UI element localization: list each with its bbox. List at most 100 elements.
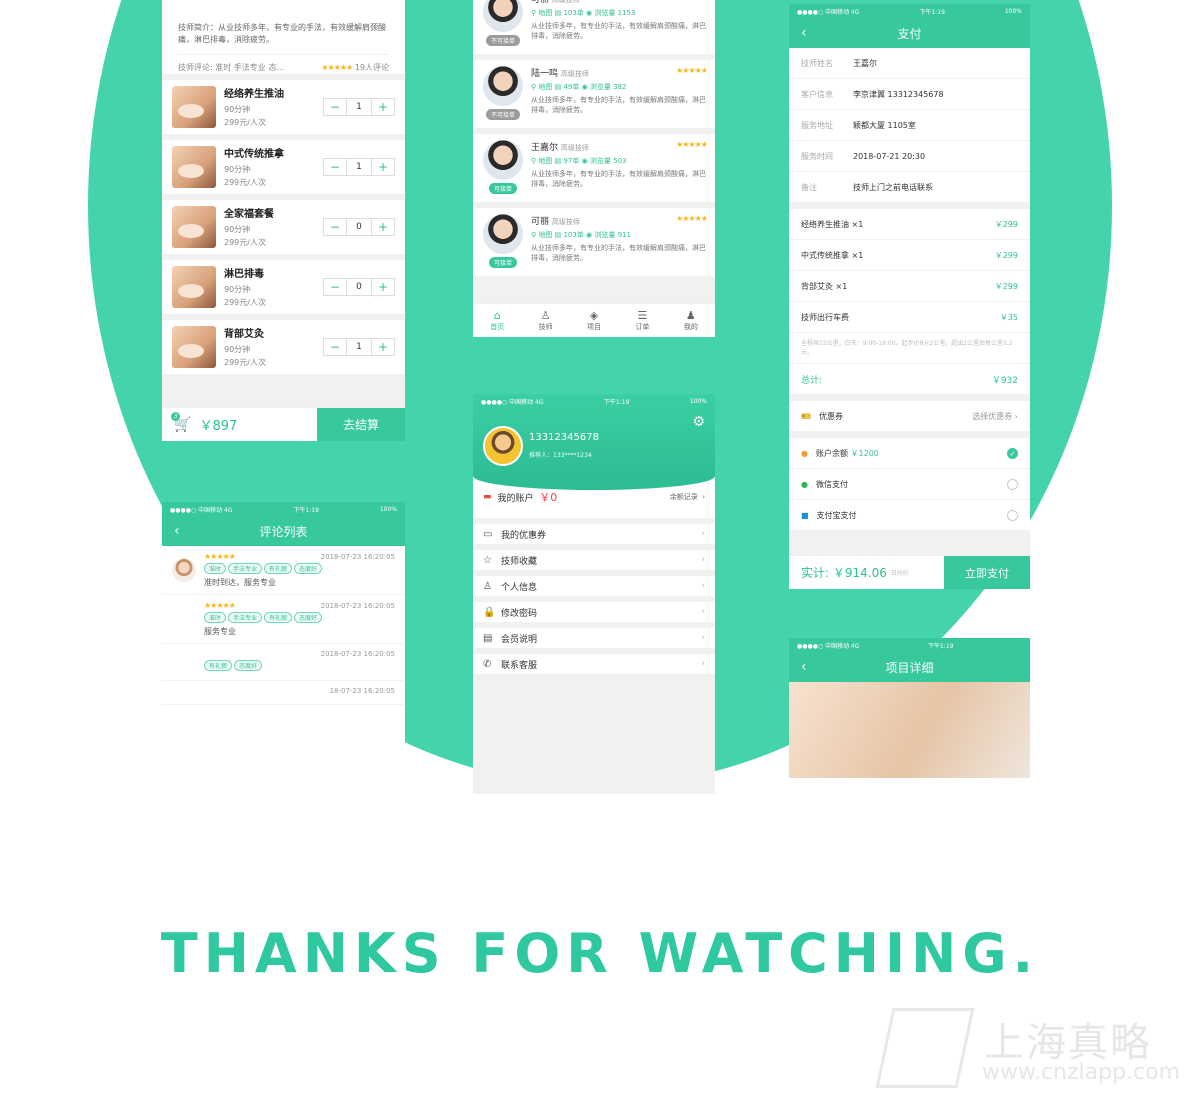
- quantity-value[interactable]: 1: [346, 99, 372, 115]
- technician-card[interactable]: 可接单 王嘉尔 高级技师 ★★★★★ ⚲ 地图 ▤ 97单 ◉ 浏览量 503 从业技师…: [473, 134, 715, 208]
- settings-gear-icon[interactable]: ⚙: [692, 414, 705, 430]
- service-name: 经络养生推油: [224, 89, 284, 100]
- checkout-button[interactable]: 去结算: [317, 408, 405, 441]
- technician-level: 高级技师: [551, 0, 580, 4]
- info-value: 2018-07-21 20:30: [853, 151, 926, 161]
- referrer: 推荐人：133****1234: [529, 452, 592, 459]
- menu-item[interactable]: ▭ 我的优惠券 ›: [473, 524, 715, 550]
- total-label: 总计:: [801, 375, 823, 386]
- map-link[interactable]: 地图: [538, 83, 552, 91]
- quantity-value[interactable]: 1: [346, 159, 372, 175]
- plus-button[interactable]: +: [372, 219, 394, 235]
- review-tag: 准时: [204, 563, 227, 574]
- back-icon[interactable]: ‹: [801, 25, 807, 41]
- tab-technician[interactable]: ♙ 技师: [521, 304, 569, 337]
- service-info: 背部艾灸 90分钟 299元/人次: [224, 325, 323, 369]
- tab-project[interactable]: ◈ 项目: [570, 304, 618, 337]
- technician-card[interactable]: 不可接单 陆一鸣 高级技师 ★★★★★ ⚲ 地图 ▤ 49单 ◉ 浏览量 382 从业技…: [473, 60, 715, 134]
- menu-label: 联系客服: [501, 660, 538, 671]
- cart-icon[interactable]: 🛒 3: [171, 411, 191, 433]
- technician-desc: 从业技师多年，有专业的手法，有效缓解肩颈酸痛，淋巴排毒，消除疲劳。: [531, 244, 706, 262]
- radio-unchecked[interactable]: [1007, 509, 1018, 521]
- pay-button[interactable]: 立即支付: [944, 556, 1030, 589]
- project-hero-image: [789, 682, 1030, 778]
- minus-button[interactable]: −: [324, 339, 346, 355]
- menu-label: 修改密码: [501, 608, 538, 619]
- technician-summary: 技师简介：从业技师多年，有专业的手法，有效缓解肩颈酸痛，淋巴排毒，消除疲劳。 技…: [162, 0, 405, 80]
- tab-order[interactable]: ☰ 订单: [618, 304, 666, 337]
- home-icon: ⌂: [493, 309, 501, 322]
- tab-profile[interactable]: ♟ 我的: [667, 304, 715, 337]
- plus-button[interactable]: +: [372, 159, 394, 175]
- radio-checked[interactable]: ✓: [1007, 447, 1018, 459]
- minus-button[interactable]: −: [324, 99, 346, 115]
- line-price: ￥299: [994, 281, 1018, 291]
- technician-name: 可丽: [531, 217, 550, 227]
- alipay-option[interactable]: ■ 支付宝支付: [789, 500, 1030, 531]
- plus-button[interactable]: +: [372, 99, 394, 115]
- service-item[interactable]: 中式传统推拿 90分钟 299元/人次 −1 +: [162, 140, 405, 200]
- view-count: 浏览量 503: [589, 157, 627, 165]
- service-price: 299元/人次: [224, 298, 266, 307]
- avatar[interactable]: [483, 426, 523, 466]
- technician-top: 王嘉尔 高级技师 ★★★★★: [531, 140, 708, 153]
- review-body: ★★★★★ 2018-07-23 16:20:05 准时 手法专业 有礼貌 态度好 准时到达…: [204, 552, 395, 588]
- review-head: ★★★★★ 2018-07-23 16:20:05: [204, 552, 395, 561]
- service-item[interactable]: 背部艾灸 90分钟 299元/人次 −1 +: [162, 320, 405, 380]
- plus-button[interactable]: +: [372, 339, 394, 355]
- technician-avatar: [483, 66, 523, 106]
- lock-icon: 🔒: [483, 606, 496, 618]
- menu-item[interactable]: 🔒 修改密码 ›: [473, 602, 715, 628]
- cart-bar: 🛒 3 ￥897 去结算: [162, 407, 405, 441]
- chevron-right-icon: ›: [701, 633, 705, 643]
- technician-top: 陆一鸣 高级技师 ★★★★★: [531, 66, 708, 79]
- service-item[interactable]: 经络养生推油 90分钟 299元/人次 −1 +: [162, 80, 405, 140]
- chevron-right-icon: ›: [701, 529, 705, 539]
- map-link[interactable]: 地图: [538, 9, 552, 17]
- payment-navbar: ‹ 支付: [789, 18, 1030, 48]
- service-duration: 90分钟: [224, 345, 251, 354]
- review-top: ★★★★★ 2018-07-23 16:20:05 准时 手法专业 有礼貌 态度好 准时到达…: [172, 552, 395, 588]
- plus-button[interactable]: +: [372, 279, 394, 295]
- technician-stats: ⚲ 地图 ▤ 103单 ◉ 浏览量 911: [531, 231, 631, 239]
- technician-card[interactable]: 不可接单 可丽 高级技师 ★★★★★ ⚲ 地图 ▤ 103单 ◉ 浏览量 1153 从业…: [473, 0, 715, 60]
- minus-button[interactable]: −: [324, 279, 346, 295]
- map-link[interactable]: 地图: [538, 231, 552, 239]
- service-item[interactable]: 淋巴排毒 90分钟 299元/人次 −0 +: [162, 260, 405, 320]
- thanks-heading: THANKS FOR WATCHING.: [160, 922, 1040, 985]
- technician-intro: 技师简介：从业技师多年，有专业的手法，有效缓解肩颈酸痛，淋巴排毒，消除疲劳。: [178, 12, 389, 55]
- review-time: 2018-07-23 16:20:05: [320, 650, 395, 658]
- profile-icon: ♟: [685, 309, 696, 322]
- menu-item[interactable]: ▤ 会员说明 ›: [473, 628, 715, 654]
- wechat-option[interactable]: ● 微信支付: [789, 469, 1030, 500]
- technician-card[interactable]: 可接单 可丽 高级技师 ★★★★★ ⚲ 地图 ▤ 103单 ◉ 浏览量 911 从业技师…: [473, 208, 715, 282]
- tab-home[interactable]: ⌂ 首页: [473, 304, 521, 337]
- quantity-value[interactable]: 1: [346, 339, 372, 355]
- menu-item[interactable]: ✆ 联系客服 ›: [473, 654, 715, 680]
- back-icon[interactable]: ‹: [801, 659, 807, 675]
- service-thumbnail: [172, 326, 216, 368]
- menu-item[interactable]: ♙ 个人信息 ›: [473, 576, 715, 602]
- profile-screen: ●●●●○ 中国移动 4G 下午1:19 100% ⚙ 13312345678 …: [473, 394, 715, 794]
- quantity-value[interactable]: 0: [346, 219, 372, 235]
- quantity-value[interactable]: 0: [346, 279, 372, 295]
- balance-option[interactable]: ● 账户余额 ￥1200 ✓: [789, 438, 1030, 469]
- technician-review-summary[interactable]: 技师评论: 准时 手法专业 态... ★★★★★ 19人评论: [178, 55, 389, 73]
- order-icon: ☰: [637, 309, 648, 322]
- minus-button[interactable]: −: [324, 219, 346, 235]
- service-item[interactable]: 全家福套餐 90分钟 299元/人次 −0 +: [162, 200, 405, 260]
- menu-label: 会员说明: [501, 634, 538, 645]
- service-duration: 90分钟: [224, 165, 251, 174]
- carrier: ●●●●○ 中国移动 4G: [170, 506, 233, 514]
- back-icon[interactable]: ‹: [174, 523, 180, 539]
- minus-button[interactable]: −: [324, 159, 346, 175]
- radio-unchecked[interactable]: [1007, 478, 1018, 490]
- technician-body: 可丽 高级技师 ★★★★★ ⚲ 地图 ▤ 103单 ◉ 浏览量 911 从业技师多年，…: [531, 214, 708, 270]
- page-title: 支付: [897, 26, 922, 41]
- menu-item[interactable]: ☆ 技师收藏 ›: [473, 550, 715, 576]
- technician-stats: ⚲ 地图 ▤ 103单 ◉ 浏览量 1153: [531, 9, 636, 17]
- paid-note: 日间价: [890, 570, 909, 577]
- technician-name-line: 可丽 高级技师: [531, 214, 580, 227]
- coupon-row[interactable]: 🎫 优惠券 选择优惠券 ›: [789, 401, 1030, 432]
- map-link[interactable]: 地图: [538, 157, 552, 165]
